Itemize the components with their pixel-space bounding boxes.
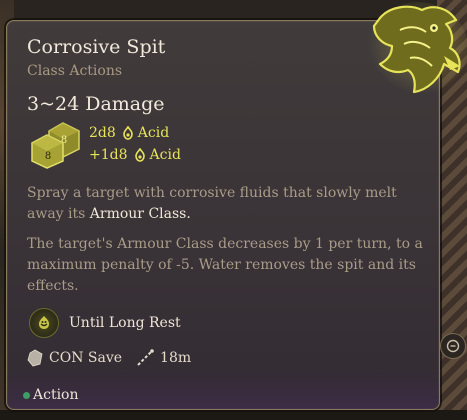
acid-damage-icon <box>134 147 145 162</box>
condition-icon[interactable] <box>29 308 59 338</box>
zoom-out-icon <box>446 339 460 353</box>
description-text: Spray a target with corrosive fluids tha… <box>27 185 397 222</box>
range-label: 18m <box>160 350 192 366</box>
save-label: CON Save <box>49 350 123 366</box>
damage-roll-1: 2d8 Acid <box>89 125 169 141</box>
duration-row: Until Long Rest <box>29 308 181 338</box>
game-background-bottom <box>0 410 467 420</box>
spell-art-icon <box>368 2 467 94</box>
die-face-front: 8 <box>45 151 51 162</box>
armour-class-keyword[interactable]: Armour Class. <box>90 206 191 222</box>
roll-type: Acid <box>137 125 170 141</box>
d8-dice-icon: 8 8 <box>31 122 80 169</box>
range-property: 18m <box>136 349 191 367</box>
action-resource-icon <box>23 391 30 399</box>
saving-throw-icon <box>27 349 43 367</box>
zoom-out-button[interactable] <box>440 333 466 359</box>
acid-damage-icon <box>122 125 133 140</box>
roll-dice: +1d8 <box>89 147 128 163</box>
range-icon <box>137 349 154 366</box>
save-property: CON Save <box>27 349 122 367</box>
spell-description: Spray a target with corrosive fluids tha… <box>27 183 427 225</box>
duration-label: Until Long Rest <box>69 315 181 331</box>
spell-properties: CON Save 18m <box>27 349 205 367</box>
action-cost-label: Action <box>33 387 79 403</box>
action-cost: Action <box>23 387 79 403</box>
spell-title: Corrosive Spit <box>27 36 166 58</box>
spell-category: Class Actions <box>27 63 123 79</box>
damage-roll-2: +1d8 Acid <box>89 147 181 163</box>
damage-range: 3~24 Damage <box>27 93 165 115</box>
spell-effect-text: The target's Armour Class decreases by 1… <box>27 236 423 294</box>
roll-dice: 2d8 <box>89 125 116 141</box>
roll-type: Acid <box>149 147 181 163</box>
